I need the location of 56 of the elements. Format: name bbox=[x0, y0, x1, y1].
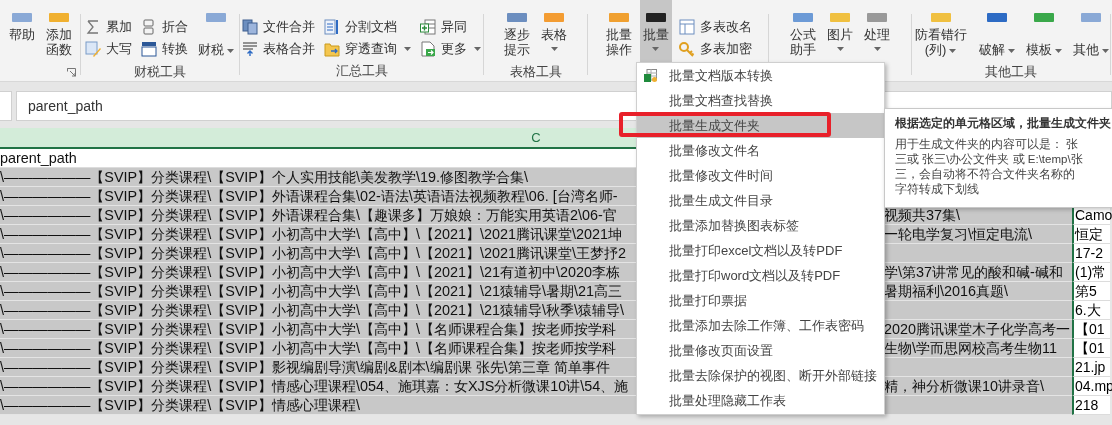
group-label: 财税工具 bbox=[134, 63, 186, 80]
table-cell: 第5 bbox=[1072, 282, 1110, 301]
table-cell: \——————【SVIP】分类课程\【SVIP】小初高中大学\【高中】\【2021】\21有道初中\2020李栋 bbox=[0, 263, 636, 282]
table-cell: \——————【SVIP】分类课程\【SVIP】影视编剧导演\编剧&剧本\编剧课 张先\第三章 简单事件 bbox=[0, 358, 636, 377]
table-cell: 【01 bbox=[1072, 320, 1110, 339]
table-cell: \——————【SVIP】分类课程\【SVIP】外语课程合集\02-语法\英语语法视频教程\06. [台湾名师- bbox=[0, 187, 636, 206]
ribbon-button[interactable]: 大写 bbox=[83, 38, 134, 60]
ribbon-button[interactable]: 批量操作 bbox=[602, 0, 635, 62]
ribbon-button[interactable]: 穿透查询 bbox=[322, 38, 413, 60]
table-cell: 17-2 bbox=[1072, 244, 1110, 263]
group-label: 汇总工具 bbox=[335, 63, 388, 80]
group-label: 表格工具 bbox=[509, 63, 562, 80]
ribbon-button[interactable]: 逐步提示 bbox=[501, 0, 533, 62]
ribbon-button[interactable]: 添加函数 bbox=[42, 0, 75, 62]
ribbon-button[interactable]: 图片 bbox=[824, 0, 856, 62]
ribbon-button[interactable]: 更多 bbox=[418, 38, 483, 60]
ribbon-button[interactable]: 批量 bbox=[639, 0, 672, 62]
table-cell: \——————【SVIP】分类课程\【SVIP】小初高中大学\【高中】\【2021】\2021腾讯课堂\王梦抒2 bbox=[0, 244, 636, 263]
ribbon-button[interactable]: 异同 bbox=[418, 16, 483, 38]
ribbon-button[interactable]: 模板 bbox=[1022, 0, 1065, 62]
ribbon-button[interactable]: 转换 bbox=[139, 38, 190, 60]
ribbon-button[interactable]: 累加 bbox=[83, 16, 134, 38]
table-cell: \——————【SVIP】分类课程\【SVIP】小初高中大学\【高中】\【2021】\21猿辅导\秋季\猿辅导\ bbox=[0, 301, 636, 320]
table-cell: \——————【SVIP】分类课程\【SVIP】小初高中大学\【高中】\【2021】\2021腾讯课堂\2021坤 bbox=[0, 225, 636, 244]
table-cell: 6.大 bbox=[1072, 301, 1110, 320]
table-cell: 218 bbox=[1072, 396, 1110, 415]
table-cell: \——————【SVIP】分类课程\【SVIP】小初高中大学\【高中】\【2021】\21猿辅导\暑期\21高三 bbox=[0, 282, 636, 301]
table-cell: 【01 bbox=[1072, 339, 1110, 358]
ribbon-button[interactable]: 帮助 bbox=[5, 0, 38, 62]
ribbon-button[interactable]: 破解 bbox=[975, 0, 1018, 62]
group-label: 其他工具 bbox=[985, 63, 1037, 80]
table-cell: 恒定 bbox=[1072, 225, 1110, 244]
menu-item[interactable]: 批量文档版本转换 bbox=[637, 63, 884, 88]
ribbon-button[interactable]: 表格合并 bbox=[240, 38, 317, 60]
ribbon-button[interactable]: 其他 bbox=[1069, 0, 1112, 62]
menu-item[interactable]: 批量文档查找替换 bbox=[637, 88, 884, 113]
ribbon-button[interactable]: 表格 bbox=[538, 0, 570, 62]
ribbon-button[interactable]: 公式助手 bbox=[787, 0, 819, 62]
table-cell: \——————【SVIP】分类课程\【SVIP】小初高中大学\【高中】\【名师课程合集】按老师按学科 bbox=[0, 320, 636, 339]
table-cell: \——————【SVIP】分类课程\【SVIP】情感心理课程\ bbox=[0, 396, 636, 415]
ribbon-button[interactable]: 折合 bbox=[139, 16, 190, 38]
ribbon-button[interactable]: 分割文档 bbox=[322, 16, 413, 38]
table-cell: \——————【SVIP】分类课程\【SVIP】外语课程合集\【趣课多】万娘娘：万能实用英语2\06-官 bbox=[0, 206, 636, 225]
table-cell: \——————【SVIP】分类课程\【SVIP】情感心理课程\054、施琪嘉：女XJS分析微课10讲\54、施 bbox=[0, 377, 636, 396]
table-cell: 21.jp bbox=[1072, 358, 1110, 377]
ribbon-button[interactable]: 防看错行(列) bbox=[910, 0, 971, 62]
table-cell: (1)常 bbox=[1072, 263, 1110, 282]
table-cell: parent_path bbox=[0, 149, 636, 168]
ribbon-button[interactable]: 多表改名 bbox=[676, 16, 754, 38]
ribbon-button[interactable]: 处理 bbox=[861, 0, 893, 62]
ribbon-button[interactable]: 多表加密 bbox=[676, 38, 754, 60]
menu-item[interactable]: 批量修改文件时间 bbox=[637, 163, 884, 188]
table-cell: \——————【SVIP】分类课程\【SVIP】个人实用技能\美发教学\19.修图教学合集\ bbox=[0, 168, 636, 187]
ribbon-button[interactable]: 文件合并 bbox=[240, 16, 317, 38]
ribbon-button[interactable]: 财税 bbox=[195, 0, 237, 62]
table-cell: \——————【SVIP】分类课程\【SVIP】小初高中大学\【高中】\【名师课程合集】按老师按学科 bbox=[0, 339, 636, 358]
